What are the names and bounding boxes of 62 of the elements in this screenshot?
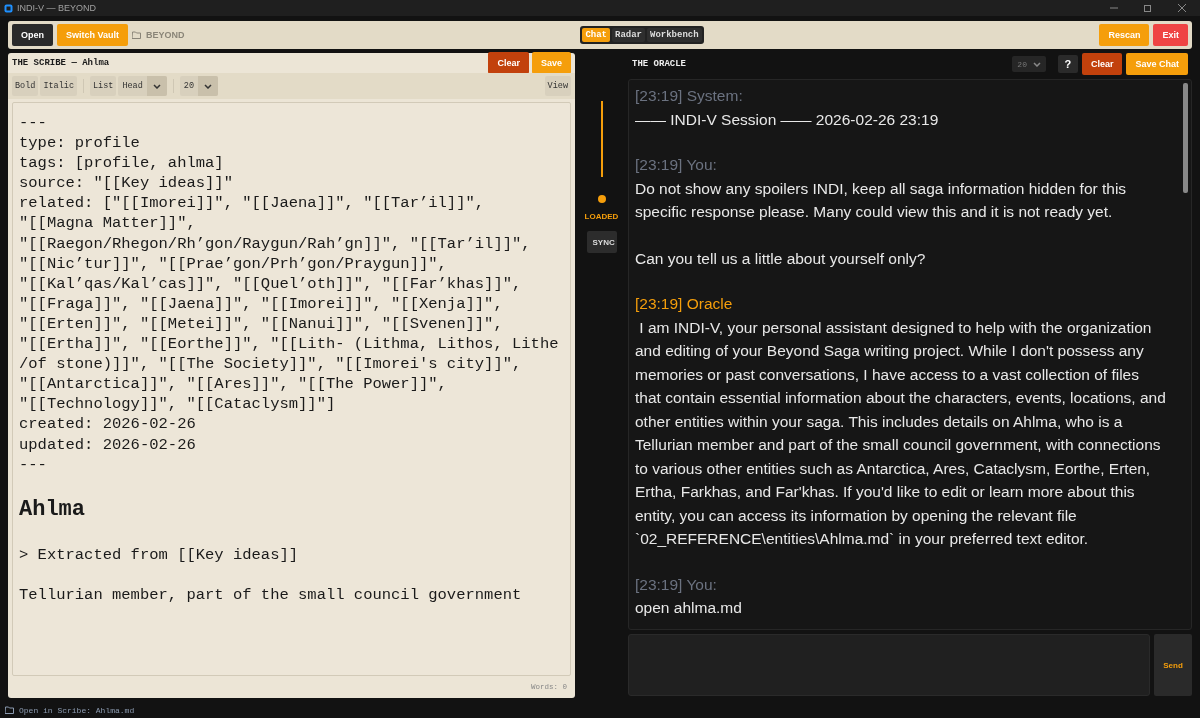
- scrollbar[interactable]: [1183, 83, 1188, 193]
- message-text: —— INDI-V Session —— 2026-02-26 23:19: [635, 109, 940, 130]
- folder-icon: [132, 31, 143, 39]
- editor-line: "[[Erten]]", "[[Metei]]", "[[Nanui]]", "[[Svenen]]",: [19, 313, 504, 335]
- editor-line: /of stone)]]", "[[The Society]]", "[[Imorei's city]]",: [19, 354, 523, 375]
- sync-status: LOADED: [584, 212, 619, 221]
- send-button[interactable]: Send: [1154, 634, 1192, 696]
- clear-chat-button[interactable]: Clear: [1081, 53, 1123, 75]
- editor-line: "[[Antarctica]]", "[[Ares]]", "[[The Power]]",: [19, 374, 448, 395]
- editor-line: related: ["[[Imorei]]", "[[Jaena]]", "[[Tar’il]]",: [19, 193, 486, 214]
- chevron-down-icon: [204, 83, 213, 89]
- message-text: open ahlma.md: [635, 598, 743, 618]
- folder-icon: [5, 706, 15, 714]
- editor-line: > Extracted from [[Key ideas]]: [19, 544, 300, 565]
- view-button[interactable]: View: [544, 76, 571, 96]
- editor-line: type: profile: [19, 133, 141, 154]
- scribe-title: THE SCRIBE — Ahlma: [12, 58, 110, 68]
- status-text: Open in Scribe: Ahlma.md: [19, 705, 135, 715]
- editor-line: ---: [19, 113, 48, 134]
- editor-line: source: "[[Key ideas]]": [19, 173, 234, 194]
- message-header: [23:19] Oracle: [635, 294, 734, 314]
- editor-line: "[[Nic’tur]]", "[[Prae’gon/Prh’gon/Praygun]]",: [19, 253, 448, 274]
- window-title: INDI-V — BEYOND: [17, 3, 96, 13]
- tab[interactable]: Radar: [612, 28, 645, 42]
- chevron-down-icon: [152, 83, 161, 89]
- editor-line: tags: [profile, ahlma]: [19, 153, 225, 174]
- message-text: I am INDI-V, your personal assistant designed to help with the organization and editing of your Beyond Saga writing project. While I don't possess any memories or past conversations, I have access to a vast collection of files that contain essential information about the characters, events, locations, and other entities within your saga. This includes details on Ahlma, who is a Tellurian member and part of the small council government, with connections to various other entities such as Antarctica, Ares, Cataclysm, Eorthe, Erten, Ertha, Farkhas, and Far'khas. If you'd like to edit or learn more about this entity, you can access its information by opening the relevant file `02_REFERENCE\entities\Ahlma.md` in your preferred text editor.: [635, 317, 1167, 549]
- editor-line: "[[Kal’qas/Kal’cas]]", "[[Quel’oth]]", "[[Far’khas]]",: [19, 273, 523, 294]
- editor-line: ---: [19, 454, 48, 475]
- heading-select[interactable]: Head: [118, 76, 167, 96]
- editor-line: "[[Raegon/Rhegon/Rh’gon/Raygun/Rah’gn]]", "[[Tar’il]]",: [19, 233, 532, 254]
- italic-button[interactable]: Italic: [40, 76, 77, 96]
- help-button[interactable]: ?: [1057, 55, 1078, 73]
- markdown-heading: Ahlma: [19, 495, 86, 524]
- message-header: [23:19] System:: [635, 86, 744, 106]
- editor-line: created: 2026-02-26: [19, 414, 197, 435]
- tab[interactable]: Workbench: [647, 28, 702, 42]
- message-input[interactable]: [628, 634, 1150, 696]
- vault-name: BEYOND: [146, 30, 185, 40]
- chevron-down-icon: [1032, 61, 1041, 67]
- sync-button[interactable]: SYNC: [586, 231, 617, 253]
- restore-icon[interactable]: [1144, 4, 1152, 12]
- font-size-select[interactable]: 20: [179, 76, 219, 96]
- status-dot: [597, 195, 606, 203]
- list-button[interactable]: List: [90, 76, 117, 96]
- clear-button[interactable]: Clear: [488, 52, 529, 74]
- bold-button[interactable]: Bold: [12, 76, 39, 96]
- message-header: [23:19] You:: [635, 574, 718, 595]
- editor-line: "[[Fraga]]", "[[Jaena]]", "[[Imorei]]", "[[Xenja]]",: [19, 293, 504, 314]
- editor-line: "[[Technology]]", "[[Cataclysm]]"]: [19, 394, 337, 415]
- oracle-title: THE ORACLE: [632, 59, 686, 69]
- editor-line: "[[Magna Matter]]",: [19, 213, 197, 234]
- app-icon: [4, 3, 13, 13]
- exit-button[interactable]: Exit: [1153, 24, 1188, 46]
- editor-line: "[[Ertha]]", "[[Eorthe]]", "[[Lith- (Lithma, Lithos, Lithe: [19, 334, 560, 355]
- open-button[interactable]: Open: [12, 24, 53, 46]
- editor-line: updated: 2026-02-26: [19, 434, 197, 455]
- close-icon[interactable]: [1178, 4, 1186, 12]
- message-text: Do not show any spoilers INDI, keep all saga information hidden for this specific response please. Many could view this and it is not ready yet.: [635, 178, 1128, 222]
- message-header: [23:19] You:: [635, 155, 718, 175]
- message-text: Can you tell us a little about yourself only?: [635, 248, 927, 269]
- editor-line: Tellurian member, part of the small council government: [19, 584, 523, 605]
